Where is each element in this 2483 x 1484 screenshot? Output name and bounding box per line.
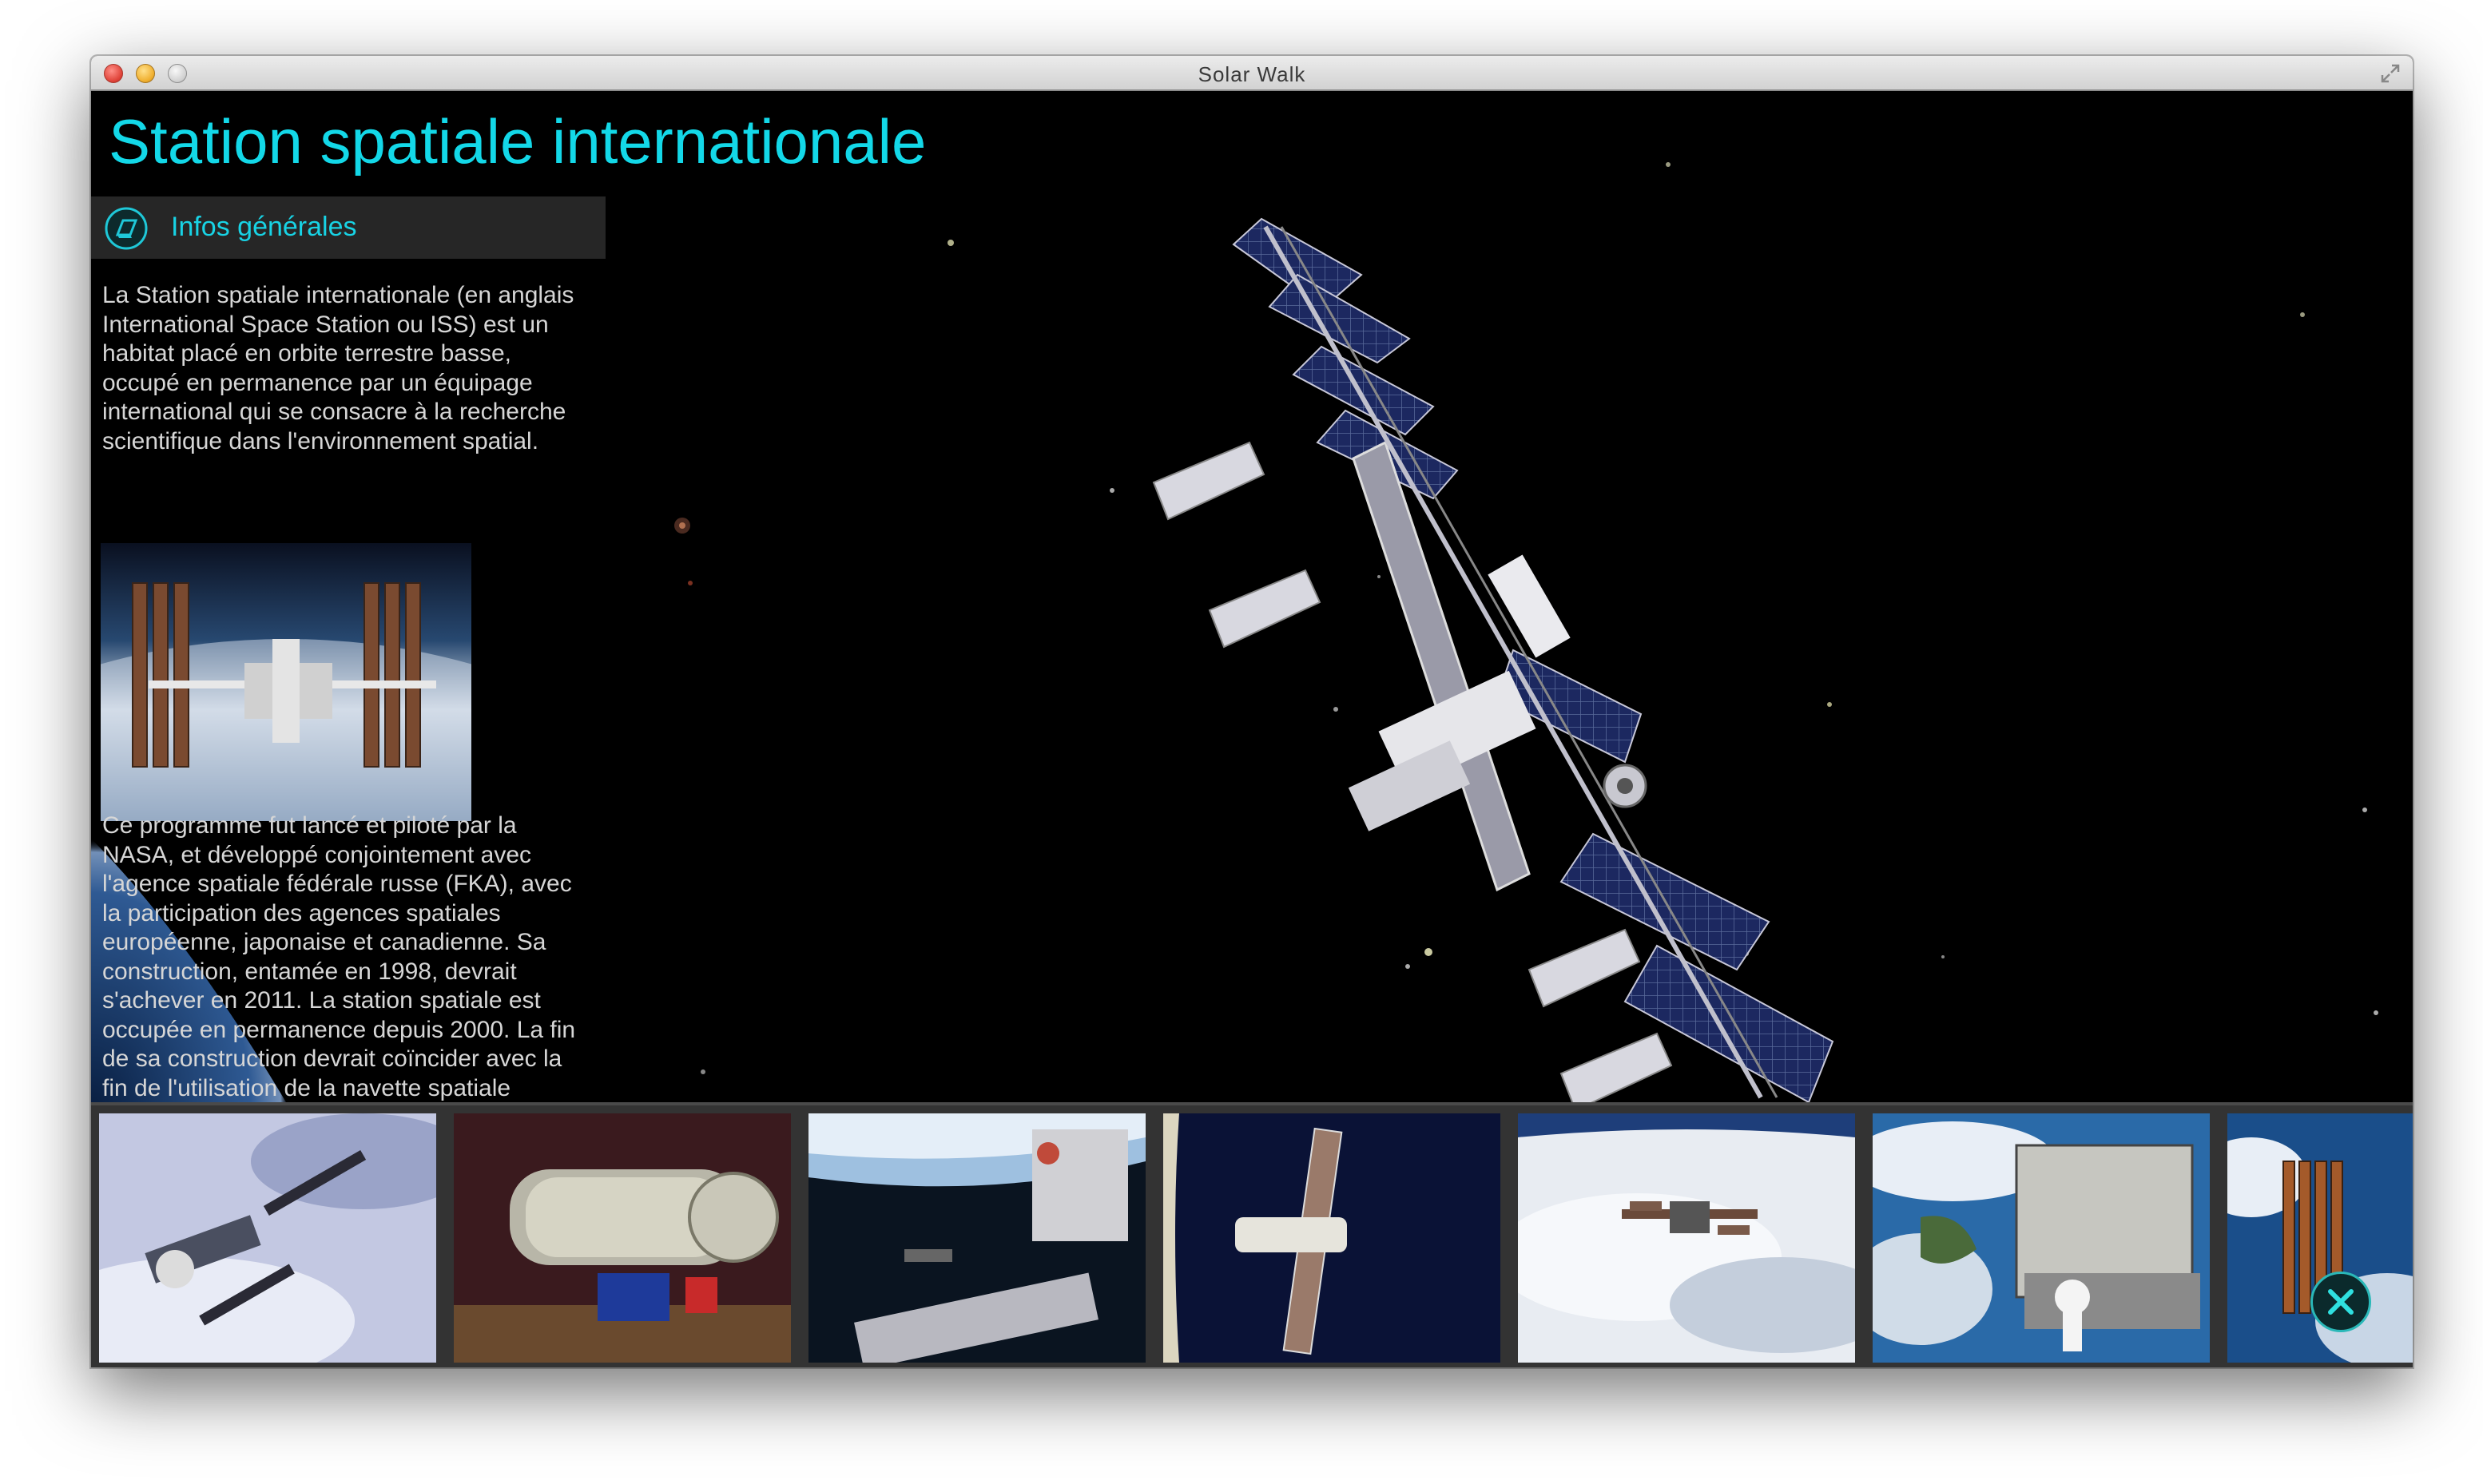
section-label: Infos générales <box>171 212 357 242</box>
gallery-thumbnail[interactable] <box>1518 1113 1855 1363</box>
gallery-thumbnail[interactable] <box>1163 1113 1500 1363</box>
app-window: Solar Walk Station spatiale internationa… <box>91 56 2413 1367</box>
title-bar: Solar Walk <box>91 56 2413 91</box>
gallery-thumbnail[interactable] <box>99 1113 436 1363</box>
gallery-thumbnail[interactable] <box>808 1113 1146 1363</box>
window-title: Solar Walk <box>1198 62 1306 86</box>
gallery-thumbnail[interactable] <box>454 1113 791 1363</box>
book-icon <box>105 207 148 250</box>
image-gallery-strip <box>91 1102 2413 1367</box>
gallery-thumbnail[interactable] <box>1873 1113 2210 1363</box>
description-paragraph-1: La Station spatiale internationale (en a… <box>102 282 574 454</box>
fullscreen-icon[interactable] <box>2379 62 2402 85</box>
description-paragraph-2: Ce programme fut lancé et piloté par la … <box>102 812 576 1113</box>
close-button[interactable] <box>2310 1272 2371 1332</box>
iss-photo[interactable] <box>101 543 471 821</box>
object-title: Station spatiale internationale <box>109 106 927 177</box>
section-header-general-info[interactable]: Infos générales <box>91 196 606 259</box>
iss-3d-model[interactable] <box>1146 203 1865 1102</box>
close-icon <box>2328 1289 2354 1315</box>
